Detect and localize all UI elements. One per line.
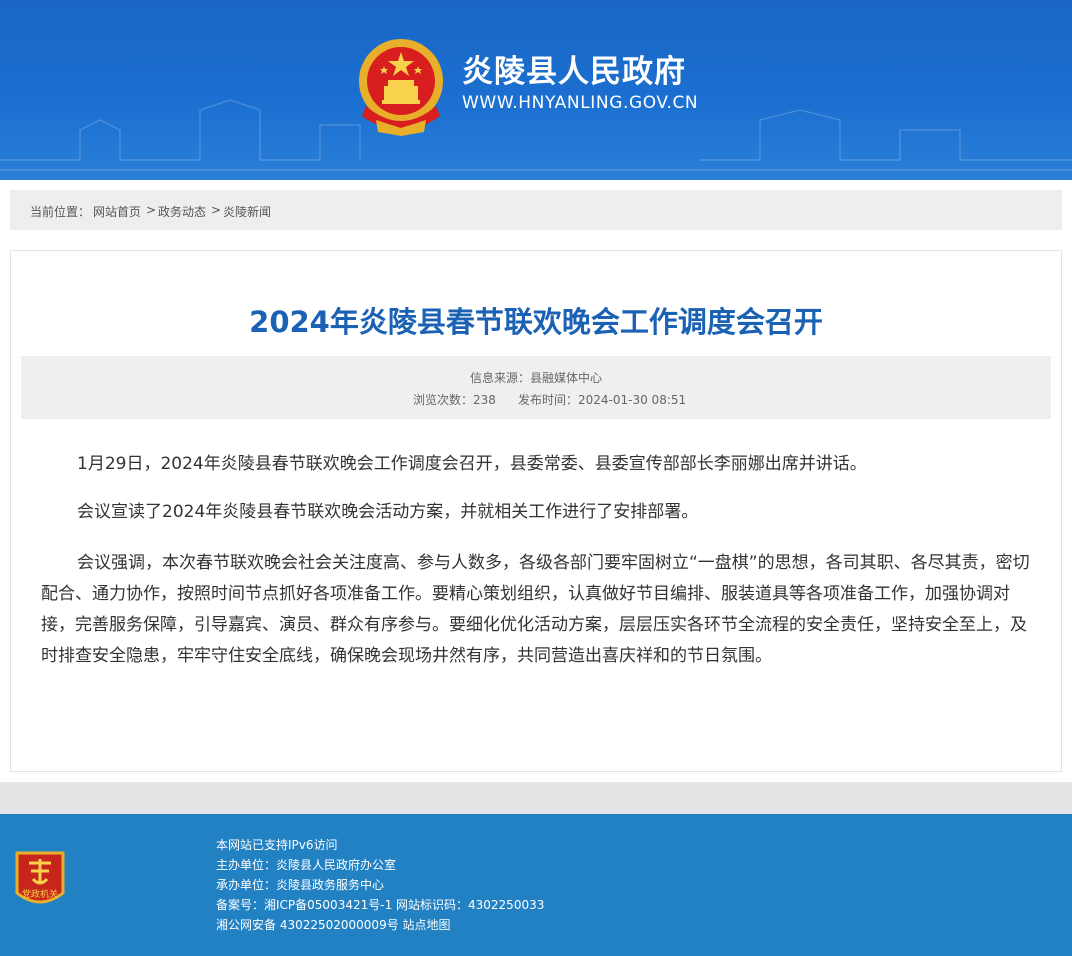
footer-organizer: 承办单位：炎陵县政务服务中心 [216, 878, 385, 892]
breadcrumb: 当前位置： 网站首页 > 政务动态 > 炎陵新闻 [10, 190, 1062, 230]
breadcrumb-separator: > [146, 203, 157, 217]
article-views: 浏览次数：238 [413, 393, 496, 407]
badge-text: 党政机关 [22, 888, 58, 900]
article-title: 2024年炎陵县春节联欢晚会工作调度会召开 [249, 305, 823, 339]
article-meta: 信息来源：县融媒体中心 浏览次数：238 发布时间：2024-01-30 08:… [21, 356, 1051, 419]
breadcrumb-local-news-link[interactable]: 炎陵新闻 [223, 203, 271, 220]
footer-sponsor: 主办单位：炎陵县人民政府办公室 [216, 858, 397, 872]
breadcrumb-news-link[interactable]: 政务动态 [158, 203, 206, 220]
site-url: WWW.HNYANLING.GOV.CN [462, 93, 699, 113]
breadcrumb-home-link[interactable]: 网站首页 [93, 203, 141, 220]
breadcrumb-label: 当前位置： [30, 205, 91, 219]
article-date: 发布时间：2024-01-30 08:51 [518, 393, 687, 407]
footer-icp[interactable]: 备案号：湘ICP备05003421号-1 网站标识码：4302250033 [216, 895, 544, 915]
breadcrumb-separator: > [211, 203, 222, 217]
footer-police-record[interactable]: 湘公网安备 43022502000009号 站点地图 [216, 915, 544, 935]
footer-info: 本网站已支持IPv6访问 主办单位：炎陵县人民政府办公室 承办单位：炎陵县政务服… [216, 835, 544, 935]
site-footer: 党政机关 本网站已支持IPv6访问 主办单位：炎陵县人民政府办公室 承办单位：炎… [0, 814, 1072, 956]
article-container: 2024年炎陵县春节联欢晚会工作调度会召开 信息来源：县融媒体中心 浏览次数：2… [10, 250, 1062, 772]
national-emblem-icon [359, 39, 443, 136]
article-paragraph: 1月29日，2024年炎陵县春节联欢晚会工作调度会召开，县委常委、县委宣传部部长… [77, 454, 867, 474]
divider-strip [0, 782, 1072, 814]
party-government-badge-icon[interactable]: 党政机关 [13, 849, 67, 911]
site-title[interactable]: 炎陵县人民政府 [462, 46, 686, 91]
footer-ipv6: 本网站已支持IPv6访问 [216, 838, 338, 852]
article-paragraph: 会议宣读了2024年炎陵县春节联欢晚会活动方案，并就相关工作进行了安排部署。 [77, 502, 699, 522]
site-header: 炎陵县人民政府 WWW.HNYANLING.GOV.CN [0, 0, 1072, 180]
article-source: 信息来源：县融媒体中心 [469, 371, 602, 385]
article-paragraph: 会议强调，本次春节联欢晚会社会关注度高、参与人数多，各级各部门要牢固树立“一盘棋… [41, 553, 1030, 666]
